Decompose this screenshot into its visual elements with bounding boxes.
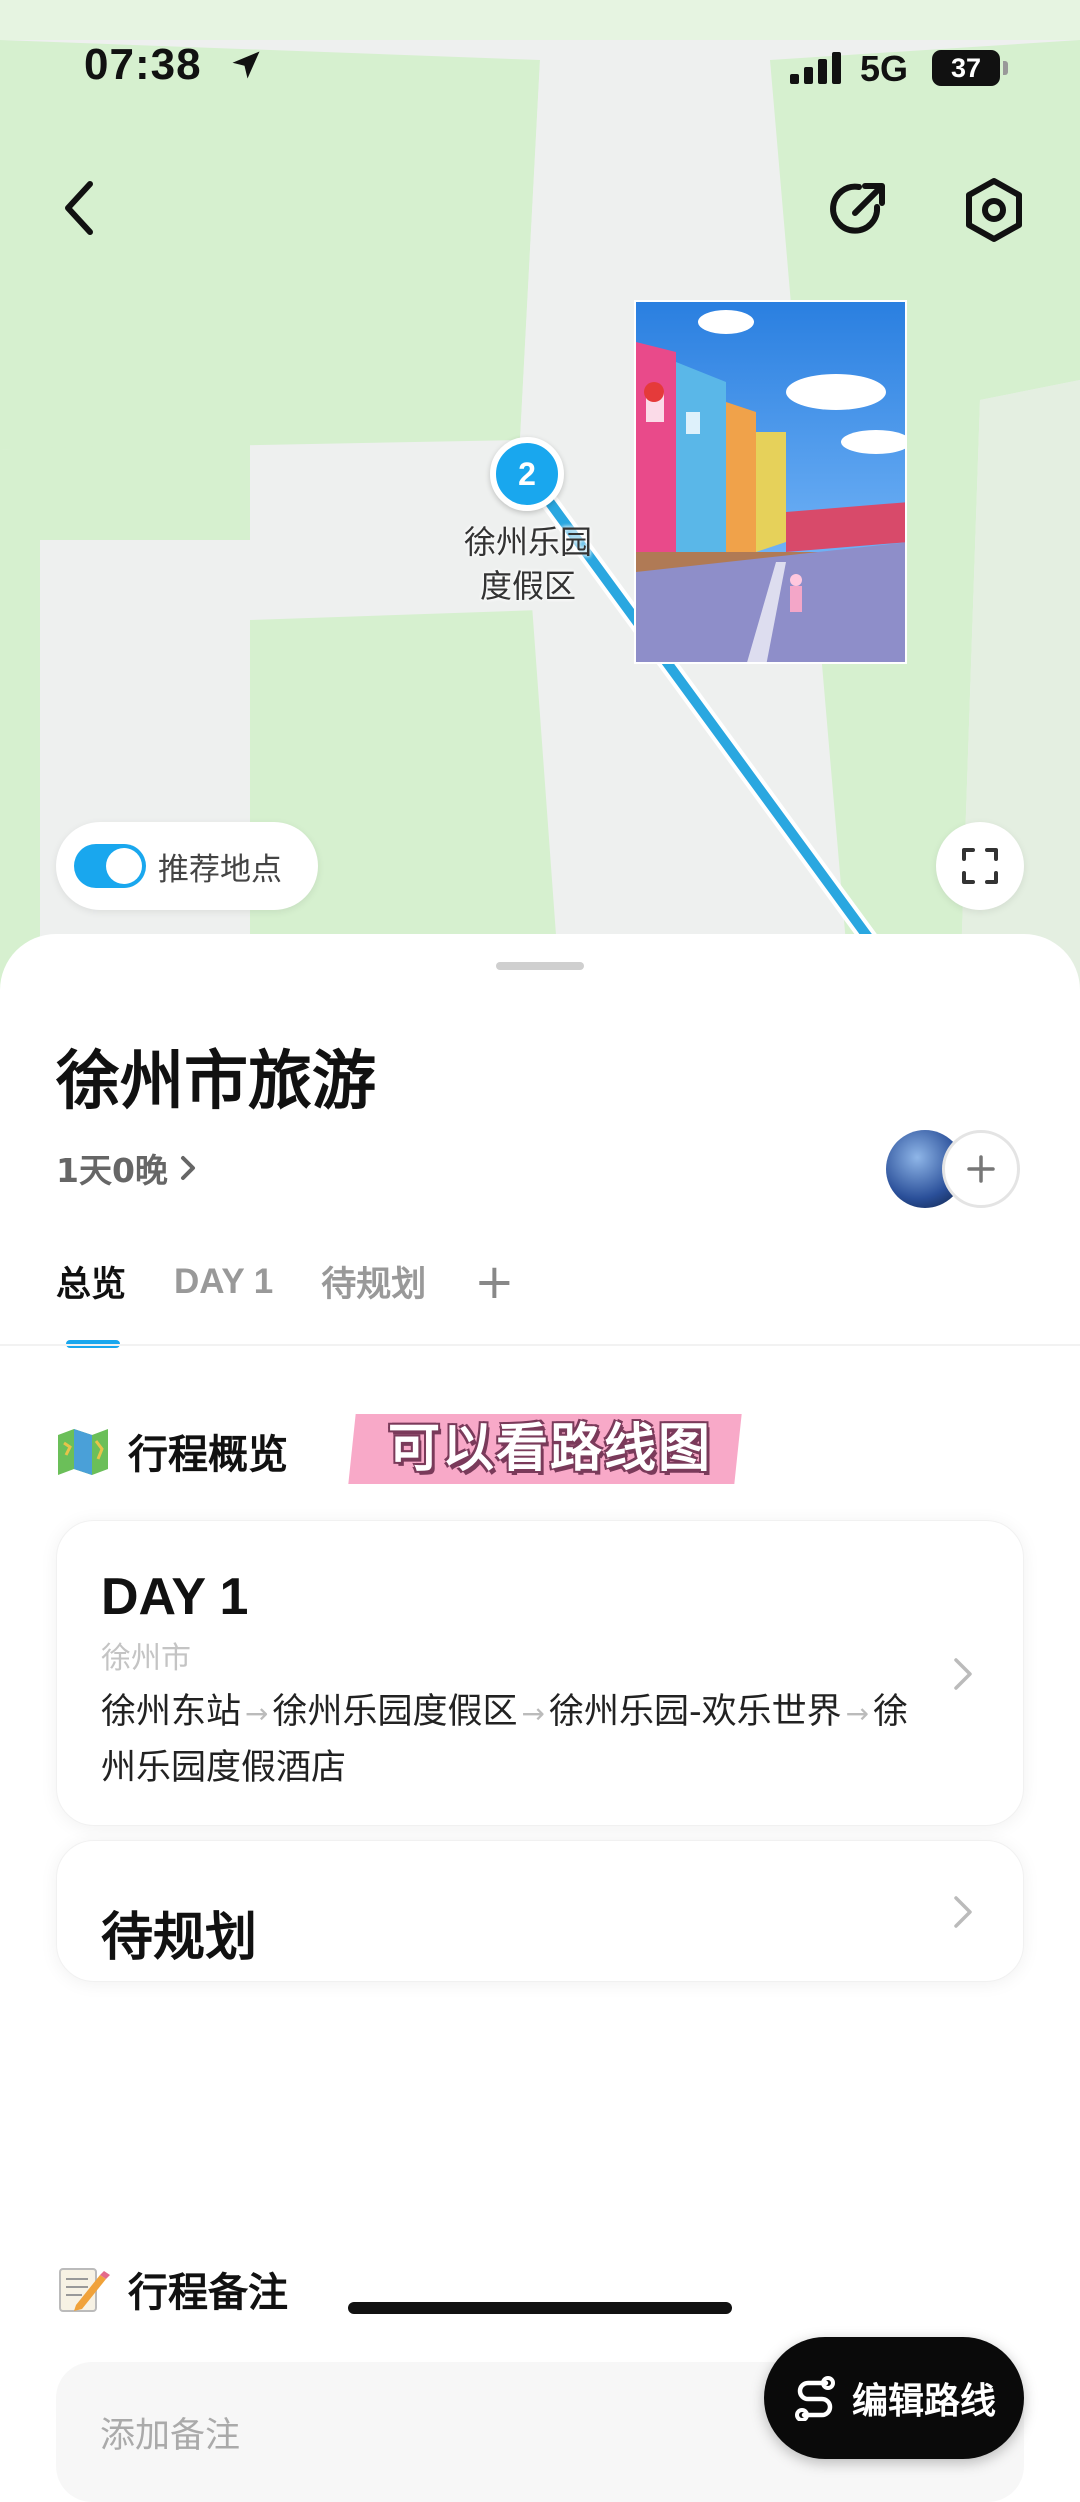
home-indicator[interactable] [348,2302,732,2314]
route-stop: 徐州乐园-欢乐世界 [548,1692,842,1732]
route-arrow-icon: → [845,1697,870,1730]
recommend-places-toggle[interactable]: 推荐地点 [56,822,318,910]
tab-pending[interactable]: 待规划 [321,1256,426,1307]
location-arrow-icon [232,51,260,79]
tab-bar: 总览 DAY 1 待规划 + [56,1256,563,1307]
status-bar: 07:38 5G 37 [0,0,1080,130]
hexagon-settings-icon [966,178,1022,242]
trip-title: 徐州市旅游 [56,1045,376,1119]
fullscreen-button[interactable] [936,822,1024,910]
route-path-icon [794,2376,835,2421]
route-stop: 徐州东站 [101,1692,242,1732]
chevron-right-icon [954,1896,972,1928]
network-type: 5G [860,48,909,89]
battery-tip [1003,61,1008,75]
tab-divider [0,1344,1080,1346]
map-view[interactable]: 07:38 5G 37 2 徐州乐园 度假区 推荐地点 [0,0,1080,990]
cellular-signal-icon [790,52,841,84]
chevron-right-icon [180,1156,195,1180]
place-photo-image [636,302,905,662]
edit-route-label: 编辑路线 [851,2381,996,2422]
share-arrow-icon [830,183,885,234]
notes-section-header: 行程备注 [56,2260,288,2318]
sticker-caption: 可以看路线图 [387,1419,712,1479]
tab-overview[interactable]: 总览 [56,1256,126,1307]
edit-route-button[interactable]: 编辑路线 [764,2337,1024,2459]
place-photo[interactable] [634,300,907,664]
overview-section-header: 行程概览 [56,1422,288,1480]
trip-duration-text: 1天0晚 [56,1151,168,1190]
status-time: 07:38 [84,40,202,89]
memo-emoji-icon [59,2268,110,2312]
plus-icon [967,1155,995,1183]
tab-day1[interactable]: DAY 1 [174,1262,273,1302]
day-card-city: 徐州市 [101,1641,191,1676]
add-member-button[interactable] [942,1130,1020,1208]
notes-section-title: 行程备注 [128,2270,288,2316]
trip-sheet: 徐州市旅游 1天0晚 总览 DAY 1 待规划 + 行程概览 可以看路线图 DA… [0,934,1080,2502]
fullscreen-icon [962,848,998,884]
map-emoji-icon [58,1429,108,1475]
map-pin-marker[interactable]: 2 [490,437,564,511]
day-card-route: 徐州东站 → 徐州乐园度假区 → 徐州乐园-欢乐世界 → 徐州乐园度假酒店 [101,1685,941,1795]
day-card-title: DAY 1 [101,1568,249,1626]
recommend-places-label: 推荐地点 [158,851,282,888]
battery-indicator: 37 [932,50,1000,86]
route-arrow-icon: → [521,1697,545,1730]
toggle-switch[interactable] [74,844,146,888]
pending-card-title: 待规划 [101,1908,258,1968]
chevron-left-icon [65,181,93,235]
route-arrow-icon: → [245,1697,269,1730]
chevron-right-icon [954,1658,972,1690]
trip-duration[interactable]: 1天0晚 [56,1144,196,1192]
pending-card[interactable]: 待规划 [56,1840,1024,1982]
route-stop: 徐州乐园度假区 [272,1692,518,1732]
map-pin-label-text: 徐州乐园 度假区 [463,523,592,605]
back-button[interactable] [48,172,112,244]
overview-section-title: 行程概览 [128,1432,288,1478]
add-tab-button[interactable]: + [474,1258,514,1306]
share-button[interactable] [820,172,896,248]
settings-button[interactable] [956,172,1032,248]
map-pin-label: 徐州乐园 度假区 [430,520,626,608]
notes-placeholder: 添加备注 [100,2415,241,2456]
drag-handle[interactable] [496,962,584,970]
day1-card[interactable]: DAY 1 徐州市 徐州东站 → 徐州乐园度假区 → 徐州乐园-欢乐世界 → 徐州乐园度假酒… [56,1520,1024,1826]
